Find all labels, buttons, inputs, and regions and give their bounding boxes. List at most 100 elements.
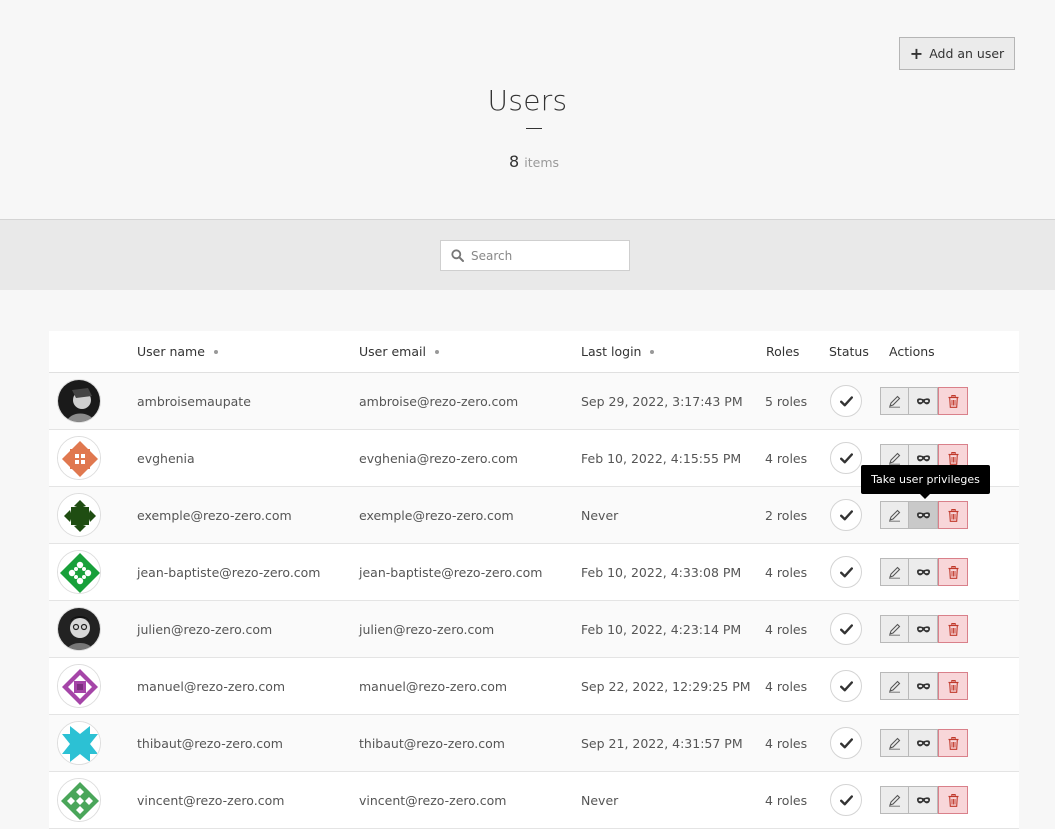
user-email-cell: evghenia@rezo-zero.com [359,450,518,466]
trash-icon [948,622,958,636]
mask-icon [916,682,930,689]
delete-user-button[interactable] [938,558,968,586]
column-status: Status [829,344,869,359]
check-icon [839,623,853,634]
delete-user-button[interactable] [938,615,968,643]
status-toggle[interactable] [830,727,862,759]
take-privileges-button[interactable] [909,672,938,700]
column-user-name[interactable]: User name [137,331,218,372]
search-field[interactable] [440,240,630,271]
row-actions [880,615,968,643]
user-name-cell[interactable]: julien@rezo-zero.com [137,601,272,657]
row-actions [880,729,968,757]
check-icon [839,566,853,577]
edit-user-button[interactable] [880,501,909,529]
avatar [57,664,101,708]
add-user-button[interactable]: + Add an user [899,37,1015,70]
item-count: 8 items [0,152,1055,171]
take-privileges-button[interactable] [909,729,938,757]
user-name-cell[interactable]: ambroisemaupate [137,373,251,429]
mask-icon [916,397,930,404]
check-icon [839,737,853,748]
edit-user-button[interactable] [880,387,909,415]
table-row: exemple@rezo-zero.com exemple@rezo-zero.… [49,487,1019,544]
user-name-cell[interactable]: thibaut@rezo-zero.com [137,715,283,771]
mask-icon [916,568,930,575]
edit-user-button[interactable] [880,786,909,814]
last-login-cell: Never [581,792,619,808]
plus-icon: + [909,43,924,63]
avatar [57,550,101,594]
user-name-cell[interactable]: vincent@rezo-zero.com [137,772,284,828]
last-login-cell: Never [581,507,619,523]
user-name-cell[interactable]: evghenia [137,430,195,486]
user-name-cell[interactable]: exemple@rezo-zero.com [137,487,292,543]
roles-cell: 2 roles [765,507,808,523]
trash-icon [948,793,958,807]
mask-icon [916,796,930,803]
pencil-icon [889,737,901,750]
avatar [57,493,101,537]
add-user-button-label: Add an user [929,46,1005,61]
status-toggle[interactable] [830,613,862,645]
avatar [57,778,101,822]
user-name-cell[interactable]: jean-baptiste@rezo-zero.com [137,544,320,600]
roles-cell: 4 roles [765,792,808,808]
last-login-cell: Feb 10, 2022, 4:15:55 PM [581,450,742,466]
delete-user-button[interactable] [938,387,968,415]
table-row: julien@rezo-zero.com julien@rezo-zero.co… [49,601,1019,658]
edit-user-button[interactable] [880,729,909,757]
title-divider [526,128,542,129]
last-login-cell: Sep 22, 2022, 12:29:25 PM [581,678,751,694]
status-toggle[interactable] [830,385,862,417]
pencil-icon [889,794,901,807]
row-actions [880,501,968,529]
search-input[interactable] [471,248,611,263]
take-privileges-button[interactable] [909,558,938,586]
row-actions [880,786,968,814]
edit-user-button[interactable] [880,672,909,700]
roles-cell: 5 roles [765,393,808,409]
item-count-label: items [524,155,560,170]
table-row: manuel@rezo-zero.com manuel@rezo-zero.co… [49,658,1019,715]
sort-indicator-icon [434,349,439,354]
take-privileges-button[interactable] [909,501,938,529]
delete-user-button[interactable] [938,786,968,814]
column-last-login[interactable]: Last login [581,331,655,372]
tooltip: Take user privileges [861,465,990,499]
delete-user-button[interactable] [938,672,968,700]
take-privileges-button[interactable] [909,615,938,643]
user-name-cell[interactable]: manuel@rezo-zero.com [137,658,285,714]
user-email-cell: thibaut@rezo-zero.com [359,735,505,751]
user-email-cell: ambroise@rezo-zero.com [359,393,519,409]
search-icon [451,249,464,262]
column-roles: Roles [766,344,800,359]
page-title: Users [487,84,568,117]
table-header: User name User email Last login Roles St… [49,331,1019,373]
user-email-cell: vincent@rezo-zero.com [359,792,507,808]
status-toggle[interactable] [830,556,862,588]
take-privileges-button[interactable] [909,387,938,415]
column-user-email[interactable]: User email [359,331,439,372]
check-icon [839,395,853,406]
delete-user-button[interactable] [938,501,968,529]
status-toggle[interactable] [830,670,862,702]
roles-cell: 4 roles [765,621,808,637]
pencil-icon [889,623,901,636]
status-toggle[interactable] [830,784,862,816]
column-user-name-label: User name [137,344,205,359]
check-icon [839,794,853,805]
delete-user-button[interactable] [938,729,968,757]
mask-icon [916,511,930,518]
take-privileges-button[interactable] [909,786,938,814]
edit-user-button[interactable] [880,615,909,643]
trash-icon [948,736,958,750]
status-toggle[interactable] [830,499,862,531]
pencil-icon [889,509,901,522]
status-toggle[interactable] [830,442,862,474]
edit-user-button[interactable] [880,558,909,586]
pencil-icon [889,395,901,408]
avatar [57,436,101,480]
table-row: thibaut@rezo-zero.com thibaut@rezo-zero.… [49,715,1019,772]
table-row: ambroisemaupate ambroise@rezo-zero.com S… [49,373,1019,430]
